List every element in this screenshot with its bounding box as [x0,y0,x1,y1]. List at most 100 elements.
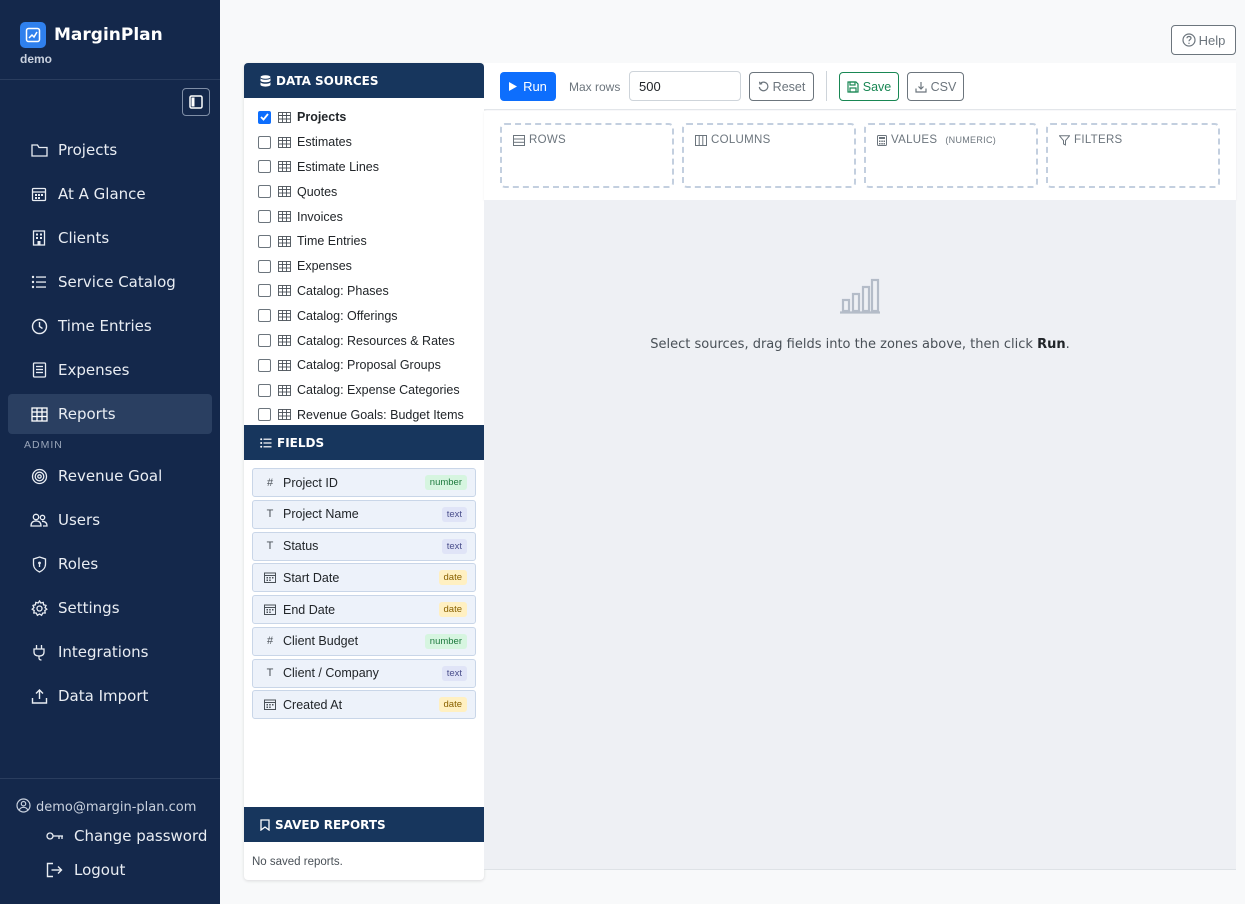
help-button[interactable]: Help [1171,25,1236,55]
rows-drop-zone[interactable]: ROWS [500,123,674,188]
data-source-checkbox[interactable] [258,210,271,224]
report-builder-panel: DATA SOURCES Projects Estimates Estimate L… [244,63,484,880]
data-source-checkbox[interactable] [258,284,271,298]
field-chip[interactable]: Created At date [252,690,476,720]
empty-state-text: Select sources, drag fields into the zon… [650,337,1038,352]
data-source-checkbox[interactable] [258,408,271,422]
table-icon [30,405,48,423]
data-source-label: Projects [297,110,347,125]
data-source-label: Catalog: Expense Categories [297,383,460,398]
table-icon [278,384,291,396]
saved-reports-empty: No saved reports. [252,856,343,868]
sidebar-item-label: Service Catalog [58,273,176,291]
change-password-link[interactable]: Change password [46,827,207,845]
saved-reports-title: SAVED REPORTS [275,817,386,832]
sidebar-item-clients[interactable]: Clients [8,218,212,258]
sidebar-divider [0,778,220,779]
sidebar-item-reports[interactable]: Reports [8,394,212,434]
values-zone-subtitle: (NUMERIC) [945,135,997,145]
sidebar-item-time-entries[interactable]: Time Entries [8,306,212,346]
field-chip[interactable]: T Client / Company text [252,658,476,688]
data-source-item[interactable]: Estimate Lines [258,155,484,180]
data-source-checkbox[interactable] [258,309,271,323]
data-source-item[interactable]: Catalog: Offerings [258,303,484,328]
columns-zone-title: COLUMNS [711,134,771,146]
data-source-checkbox[interactable] [258,110,271,124]
field-chip[interactable]: Start Date date [252,563,476,593]
sidebar-item-label: Roles [58,555,99,573]
data-source-checkbox[interactable] [258,185,271,199]
run-label: Run [523,79,547,94]
reset-button[interactable]: Reset [749,72,814,101]
data-sources-list: Projects Estimates Estimate Lines Quotes Inv… [258,105,484,427]
data-source-item[interactable]: Catalog: Expense Categories [258,378,484,403]
field-chip[interactable]: T Project Name text [252,499,476,529]
data-source-item[interactable]: Catalog: Phases [258,279,484,304]
columns-drop-zone[interactable]: COLUMNS [682,123,856,188]
data-source-item[interactable]: Time Entries [258,229,484,254]
sidebar-item-data-import[interactable]: Data Import [8,676,212,716]
sidebar-item-at-a-glance[interactable]: At A Glance [8,174,212,214]
report-toolbar: Run Max rows Reset Save CSV [484,63,1236,110]
field-type-badge: number [424,475,467,490]
logout-label: Logout [74,861,126,879]
sidebar-item-revenue-goal[interactable]: Revenue Goal [8,456,212,496]
data-source-item[interactable]: Invoices [258,204,484,229]
data-source-checkbox[interactable] [258,160,271,174]
logout-link[interactable]: Logout [46,861,125,879]
csv-button[interactable]: CSV [907,72,964,101]
field-chip[interactable]: # Client Budget number [252,626,476,656]
text-type-icon: T [266,508,274,521]
data-source-item[interactable]: Quotes [258,179,484,204]
data-source-item[interactable]: Catalog: Resources & Rates [258,328,484,353]
sidebar-item-projects[interactable]: Projects [8,130,212,170]
data-source-checkbox[interactable] [258,234,271,248]
values-drop-zone[interactable]: VALUES (NUMERIC) [864,123,1038,188]
sidebar-item-settings[interactable]: Settings [8,588,212,628]
sidebar-item-expenses[interactable]: Expenses [8,350,212,390]
empty-state-run-emphasis: Run [1037,337,1066,352]
sidebar-collapse-button[interactable] [182,88,210,116]
data-sources-header: DATA SOURCES [244,63,484,98]
fields-header: FIELDS [244,425,484,460]
filters-drop-zone[interactable]: FILTERS [1046,123,1220,188]
table-icon [278,136,291,148]
run-button[interactable]: Run [500,72,556,101]
data-source-item[interactable]: Projects [258,105,484,130]
save-button[interactable]: Save [839,72,899,101]
data-source-item[interactable]: Expenses [258,254,484,279]
sidebar-item-integrations[interactable]: Integrations [8,632,212,672]
data-source-checkbox[interactable] [258,358,271,372]
sidebar-item-label: At A Glance [58,185,146,203]
data-source-checkbox[interactable] [258,383,271,397]
brand[interactable]: MarginPlan [20,22,163,48]
calculator-icon [877,134,887,146]
field-type-badge: number [424,633,467,649]
sidebar-item-roles[interactable]: Roles [8,544,212,584]
data-source-item[interactable]: Estimates [258,130,484,155]
field-chip[interactable]: T Status text [252,531,476,561]
data-source-label: Revenue Goals: Budget Items [297,407,464,422]
data-source-label: Estimates [297,135,352,150]
field-type-badge: text [441,665,467,681]
sidebar-item-users[interactable]: Users [8,500,212,540]
check-icon [260,113,269,122]
list-icon [260,437,272,448]
reset-label: Reset [772,79,806,94]
data-source-checkbox[interactable] [258,259,271,273]
data-source-item[interactable]: Revenue Goals: Budget Items [258,403,484,428]
data-source-item[interactable]: Catalog: Proposal Groups [258,353,484,378]
pivot-zones: ROWS COLUMNS VALUES (NUMERIC) FILTERS [484,111,1236,200]
data-source-checkbox[interactable] [258,334,271,348]
field-chip[interactable]: End Date date [252,595,476,624]
hash-icon: # [266,476,274,489]
max-rows-input[interactable] [629,71,741,101]
report-results-area: Select sources, drag fields into the zon… [484,200,1236,870]
field-chip[interactable]: # Project ID number [252,468,476,497]
sidebar-item-label: Projects [58,141,118,159]
toolbar-separator [826,71,827,101]
sidebar-item-label: Integrations [58,643,149,661]
data-source-checkbox[interactable] [258,135,271,149]
bookmark-icon [260,818,270,831]
sidebar-item-service-catalog[interactable]: Service Catalog [8,262,212,302]
